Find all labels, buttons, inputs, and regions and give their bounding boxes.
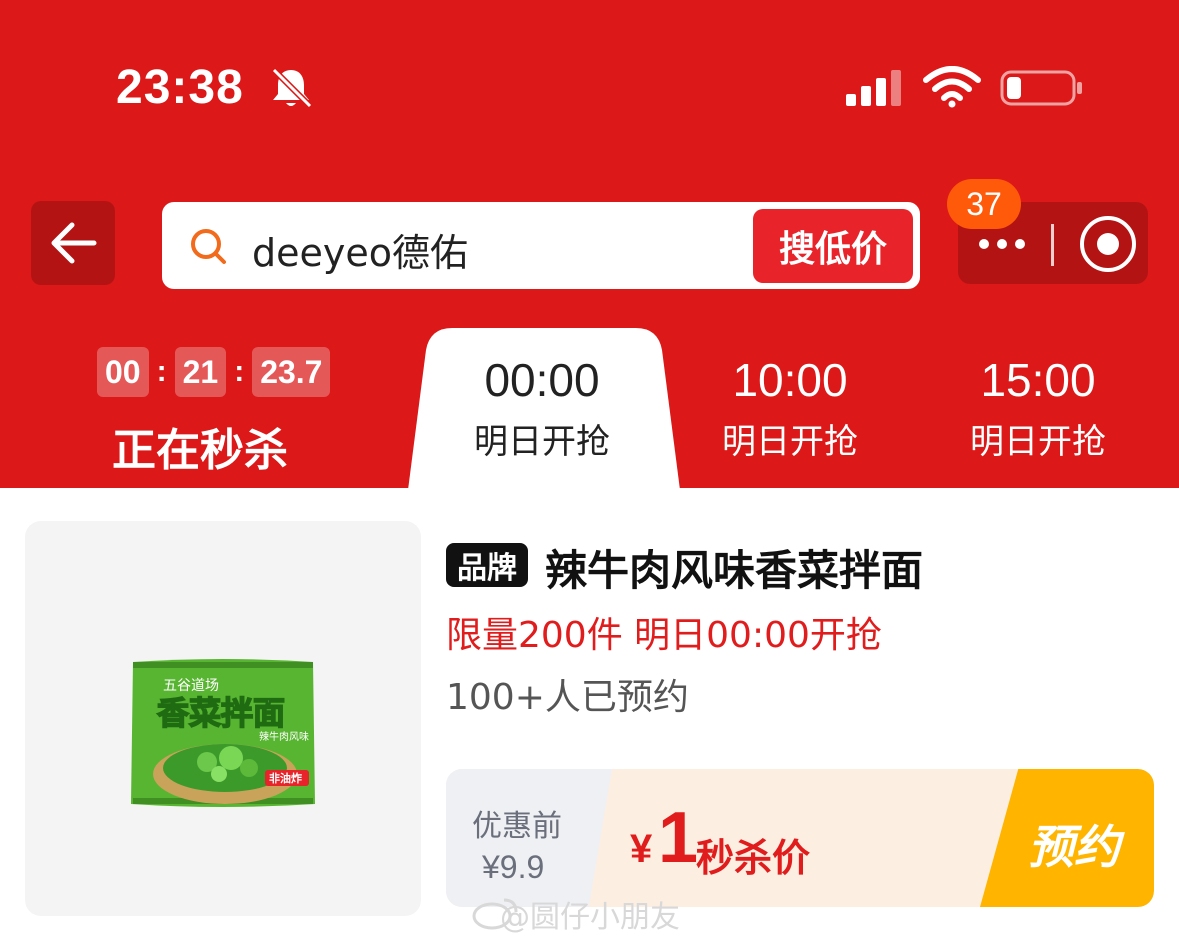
package-brand: 五谷道场: [163, 678, 219, 694]
original-price-label: 优惠前: [472, 809, 562, 844]
countdown-hours: 00: [97, 347, 149, 397]
more-dots-icon[interactable]: [972, 224, 1032, 264]
product-title[interactable]: 辣牛肉风味香菜拌面: [545, 537, 923, 598]
package-flavor: 辣牛肉风味: [259, 730, 309, 743]
countdown-separator: :: [234, 355, 245, 388]
tab-1500[interactable]: 15:00 明日开抢: [928, 350, 1148, 470]
tab-label: 明日开抢: [474, 422, 610, 462]
search-query[interactable]: deeyeo德佑: [252, 222, 468, 277]
signal-icon: [846, 70, 901, 106]
bell-off-icon: [271, 67, 313, 109]
limit-text: 限量200件 明日00:00开抢: [446, 615, 882, 656]
countdown-minutes: 21: [174, 347, 227, 397]
wifi-icon: [923, 66, 981, 108]
battery-low-icon: [1000, 70, 1082, 106]
back-button[interactable]: [31, 201, 115, 285]
tab-label: 明日开抢: [970, 422, 1106, 462]
package-tag: 非油炸: [269, 771, 302, 785]
notification-badge: 37: [947, 179, 1021, 229]
status-time: 23:38: [116, 61, 244, 114]
countdown-seconds: 23.7: [252, 347, 331, 397]
tab-1000[interactable]: 10:00 明日开抢: [680, 350, 900, 470]
tab-label: 明日开抢: [722, 422, 858, 462]
original-price: ¥9.9: [482, 849, 545, 885]
countdown-separator: :: [156, 355, 167, 388]
package-name: 香菜拌面: [157, 694, 285, 732]
record-icon[interactable]: [1078, 214, 1138, 274]
sale-currency: ¥: [630, 827, 653, 871]
reserve-button-label[interactable]: 预约: [1028, 811, 1120, 877]
tab-0000[interactable]: 00:00 明日开抢: [432, 350, 652, 470]
capsule-divider: [1051, 224, 1054, 266]
countdown-timer: 00 : 21 : 23.7: [97, 347, 331, 397]
tab-time: 10:00: [732, 354, 848, 406]
sale-price-label: 秒杀价: [696, 836, 811, 880]
search-bar[interactable]: deeyeo德佑 搜低价: [162, 202, 920, 289]
search-icon: [191, 229, 226, 264]
watermark: @圆仔小朋友: [500, 900, 680, 935]
price-bar: 优惠前 ¥9.9 ¥ 1 秒杀价 预约: [446, 769, 1154, 907]
tab-time: 15:00: [980, 354, 1096, 406]
brand-tag: 品牌: [446, 543, 528, 587]
search-low-price-button[interactable]: 搜低价: [753, 209, 913, 283]
noodle-package-image: 五谷道场 香菜拌面 辣牛肉风味 非油炸: [131, 659, 315, 807]
tab-now-selling[interactable]: 正在秒杀: [112, 414, 288, 478]
reserved-count: 100+人已预约: [446, 677, 689, 718]
arrow-left-icon: [51, 222, 97, 264]
sale-price: 1: [658, 798, 699, 878]
tab-time: 00:00: [484, 354, 600, 406]
